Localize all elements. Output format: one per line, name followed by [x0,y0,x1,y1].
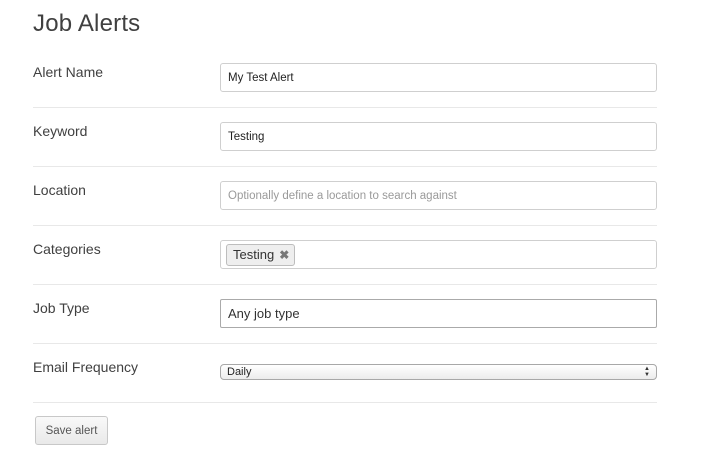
category-tag-label: Testing [233,247,275,262]
email-frequency-select[interactable]: Daily ▲ ▼ [220,364,657,380]
location-label: Location [33,182,86,198]
categories-row: Categories Testing ✖ [33,225,657,285]
alert-name-label: Alert Name [33,64,104,80]
remove-tag-icon[interactable]: ✖ [279,249,289,261]
job-type-select[interactable]: Any job type [220,299,657,328]
job-type-value: Any job type [228,306,300,321]
keyword-row: Keyword [33,107,657,167]
email-frequency-value: Daily [227,366,252,378]
keyword-label: Keyword [33,123,88,139]
categories-label: Categories [33,241,101,257]
alert-name-row: Alert Name [33,48,657,108]
category-tag: Testing ✖ [226,243,296,266]
save-alert-button[interactable]: Save alert [35,416,108,445]
categories-input[interactable]: Testing ✖ [220,240,657,269]
page-title: Job Alerts [33,10,141,37]
alert-name-input[interactable] [220,63,657,92]
arrow-down-icon: ▼ [644,372,650,378]
job-type-label: Job Type [33,300,90,316]
keyword-input[interactable] [220,122,657,151]
location-row: Location [33,166,657,226]
job-type-row: Job Type Any job type [33,284,657,344]
email-frequency-row: Email Frequency Daily ▲ ▼ [33,343,657,403]
select-arrows-icon: ▲ ▼ [644,366,650,378]
email-frequency-label: Email Frequency [33,359,139,375]
location-input[interactable] [220,181,657,210]
